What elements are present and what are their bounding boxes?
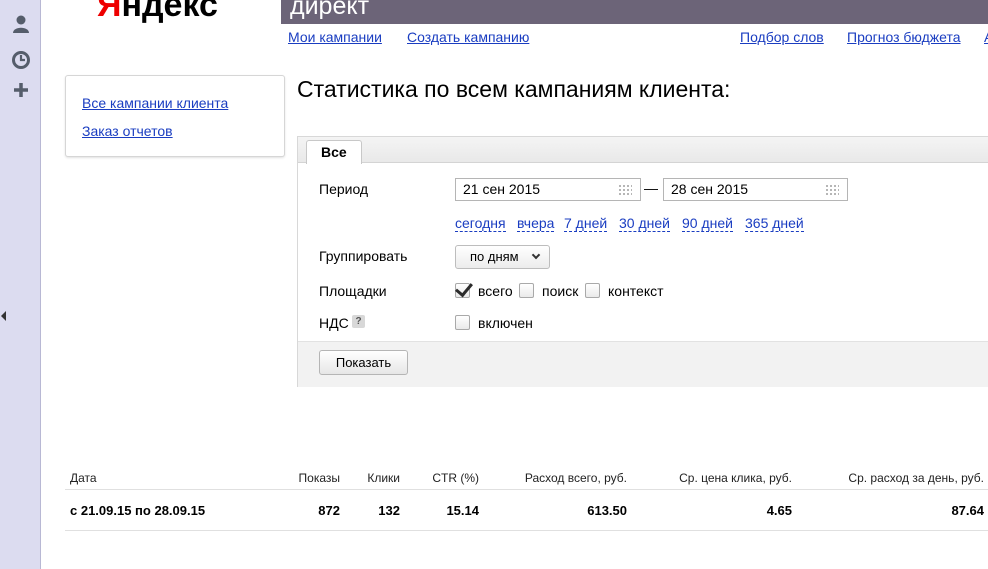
nav-budget-forecast[interactable]: Прогноз бюджета (847, 29, 961, 45)
calendar-icon[interactable] (618, 184, 632, 195)
cell-clicks: 132 (378, 503, 400, 518)
cell-impressions: 872 (318, 503, 340, 518)
logo-first-letter: Я (97, 0, 122, 24)
calendar-icon[interactable] (825, 184, 839, 195)
col-total-spend: Расход всего, руб. (524, 471, 627, 485)
group-select-value: по дням (470, 249, 519, 264)
cell-avg-daily-spend: 87.64 (951, 503, 984, 518)
clock-icon[interactable] (11, 50, 31, 70)
direct-title: директ (290, 0, 370, 20)
platform-search-checkbox[interactable] (519, 283, 534, 298)
range-yesterday[interactable]: вчера (517, 216, 555, 232)
platform-all-label: всего (478, 283, 513, 299)
col-clicks: Клики (367, 471, 400, 485)
cell-total-spend: 613.50 (587, 503, 627, 518)
table-divider (65, 530, 988, 531)
chevron-down-icon (531, 250, 541, 260)
range-365-days[interactable]: 365 дней (745, 216, 804, 232)
platform-context-checkbox[interactable] (585, 283, 600, 298)
page: Яндекс директ Мои кампании Создать кампа… (0, 0, 988, 569)
platform-search-label: поиск (542, 283, 579, 299)
plus-icon[interactable] (11, 80, 31, 100)
sidebar-item-all-campaigns[interactable]: Все кампании клиента (82, 95, 228, 111)
nav-my-campaigns[interactable]: Мои кампании (288, 29, 382, 45)
period-label: Период (319, 181, 369, 197)
col-date: Дата (70, 471, 97, 485)
user-icon[interactable] (11, 14, 31, 34)
col-impressions: Показы (298, 471, 340, 485)
col-ctr: CTR (%) (432, 471, 479, 485)
col-avg-click-price: Ср. цена клика, руб. (679, 471, 792, 485)
date-to-value: 28 сен 2015 (671, 181, 749, 197)
platform-context-label: контекст (608, 283, 664, 299)
page-title: Статистика по всем кампаниям клиента: (297, 76, 731, 102)
tab-all[interactable]: Все (306, 140, 362, 164)
range-today[interactable]: сегодня (455, 216, 506, 232)
date-from-value: 21 сен 2015 (463, 181, 541, 197)
date-separator: — (644, 180, 658, 196)
filter-tabbar: Все (298, 137, 988, 164)
help-icon[interactable]: ? (352, 315, 365, 328)
range-7-days[interactable]: 7 дней (564, 216, 608, 232)
vat-label: НДС (319, 315, 349, 331)
yandex-logo[interactable]: Яндекс (97, 0, 218, 25)
group-select[interactable]: по дням (455, 245, 550, 269)
group-label: Группировать (319, 248, 408, 264)
platforms-label: Площадки (319, 283, 387, 299)
cell-ctr: 15.14 (446, 503, 479, 518)
nav-word-selection[interactable]: Подбор слов (740, 29, 824, 45)
table-divider (65, 489, 988, 490)
sidebar-menu: Все кампании клиента Заказ отчетов (65, 75, 285, 157)
sidebar-item-order-reports[interactable]: Заказ отчетов (82, 123, 173, 139)
browser-sidebar (0, 0, 41, 569)
show-button[interactable]: Показать (319, 350, 408, 375)
direct-header-bar: директ (281, 0, 988, 24)
cell-avg-click-price: 4.65 (766, 503, 792, 518)
nav-cut-link[interactable]: А (984, 29, 988, 45)
range-30-days[interactable]: 30 дней (619, 216, 670, 232)
platform-all-checkbox[interactable] (455, 283, 470, 298)
vat-option-label: включен (478, 315, 533, 331)
cell-date: с 21.09.15 по 28.09.15 (70, 503, 206, 518)
vat-checkbox[interactable] (455, 315, 470, 330)
date-from-field[interactable]: 21 сен 2015 (455, 178, 641, 201)
col-avg-daily-spend: Ср. расход за день, руб. (848, 471, 984, 485)
date-to-field[interactable]: 28 сен 2015 (663, 178, 848, 201)
range-90-days[interactable]: 90 дней (682, 216, 733, 232)
logo-rest: ндекс (121, 0, 218, 24)
nav-create-campaign[interactable]: Создать кампанию (407, 29, 529, 45)
collapse-arrow-icon[interactable] (1, 311, 6, 321)
